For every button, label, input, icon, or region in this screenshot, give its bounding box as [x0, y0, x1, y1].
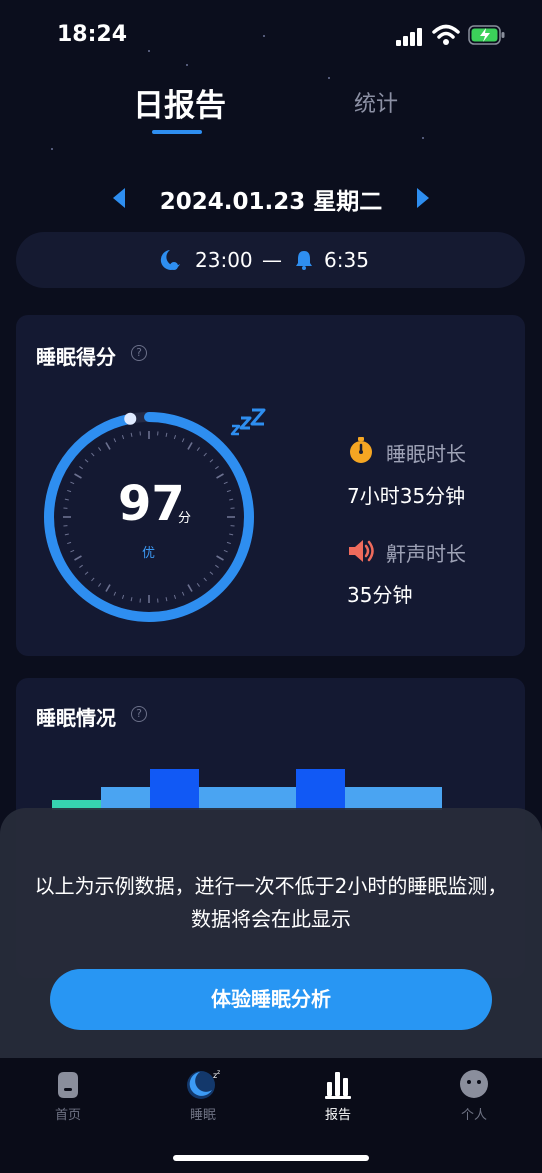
- dial-tick: [121, 435, 125, 440]
- dial-tick: [74, 555, 82, 561]
- sleep-score-title: 睡眠得分: [36, 345, 116, 369]
- stopwatch-icon: [350, 437, 372, 463]
- nav-sleep[interactable]: z z 睡眠: [163, 1068, 243, 1123]
- tab-daily-report[interactable]: 日报告: [133, 80, 226, 125]
- dial-tick: [196, 447, 200, 451]
- dial-tick: [64, 533, 69, 536]
- zzz-sleep-icon: [230, 408, 266, 436]
- status-time: 18:24: [57, 22, 128, 47]
- sleep-duration-label: 睡眠时长: [386, 442, 466, 466]
- nav-report[interactable]: 报告: [298, 1068, 378, 1123]
- dial-tick: [91, 452, 95, 457]
- home-indicator: [173, 1155, 369, 1161]
- dial-tick: [105, 584, 111, 592]
- home-robot-icon: [58, 1072, 78, 1098]
- profile-face-icon: [460, 1070, 488, 1098]
- battery-charging-icon: [468, 25, 505, 45]
- sample-data-message: 以上为示例数据，进行一次不低于2小时的睡眠监测，数据将会在此显示: [34, 874, 508, 931]
- dial-tick: [215, 564, 219, 568]
- nav-report-label: 报告: [324, 1108, 351, 1123]
- svg-text:z: z: [217, 1069, 220, 1076]
- nav-profile[interactable]: 个人: [434, 1068, 514, 1123]
- status-bar: 18:24: [0, 0, 542, 70]
- dial-tick: [165, 432, 168, 437]
- sleep-score-grade: 优: [142, 546, 156, 561]
- dial-tick: [67, 541, 72, 545]
- dial-tick: [196, 583, 200, 587]
- snore-duration-value: 35分钟: [347, 583, 413, 607]
- dial-tick: [98, 447, 102, 451]
- bedtime-start: 23:00: [195, 248, 253, 272]
- dial-tick: [181, 591, 185, 596]
- help-icon[interactable]: ?: [131, 706, 147, 722]
- help-icon[interactable]: ?: [131, 345, 147, 361]
- dial-tick: [173, 594, 177, 599]
- dial-tick: [226, 489, 231, 493]
- dial-tick: [187, 442, 193, 450]
- tab-statistics[interactable]: 统计: [354, 86, 398, 118]
- dial-tick: [215, 466, 219, 470]
- dial-tick: [98, 583, 102, 587]
- score-dial-knob: [124, 412, 137, 425]
- nav-home[interactable]: 首页: [28, 1070, 108, 1123]
- nav-sleep-label: 睡眠: [189, 1108, 216, 1123]
- dial-tick: [216, 473, 224, 479]
- dial-tick: [113, 438, 117, 443]
- dial-tick: [203, 577, 207, 582]
- dial-tick: [70, 549, 75, 553]
- cellular-signal-icon: [396, 28, 422, 46]
- bar-chart-icon: [325, 1072, 351, 1099]
- dial-tick: [67, 489, 72, 493]
- dial-tick: [113, 591, 117, 596]
- tab-active-indicator: [152, 130, 202, 134]
- sleep-condition-title: 睡眠情况: [36, 706, 116, 730]
- dial-tick: [74, 473, 82, 479]
- sleep-stage-bar: [296, 769, 345, 810]
- moon-zzz-icon: z z: [187, 1069, 220, 1099]
- sleep-duration-value: 7小时35分钟: [347, 484, 466, 508]
- dial-tick: [216, 555, 224, 561]
- dial-tick: [70, 481, 75, 485]
- dial-tick: [84, 571, 89, 575]
- dial-tick: [105, 442, 111, 450]
- nav-home-label: 首页: [54, 1108, 81, 1123]
- nav-profile-label: 个人: [460, 1108, 487, 1123]
- dial-tick: [229, 498, 234, 501]
- snore-duration-label: 鼾声时长: [386, 542, 466, 566]
- wake-time: 6:35: [324, 248, 369, 272]
- dial-tick: [173, 435, 177, 440]
- dial-tick: [91, 577, 95, 582]
- dial-tick: [165, 597, 168, 602]
- dial-tick: [209, 571, 214, 575]
- dial-tick: [187, 584, 193, 592]
- report-date: 2024.01.23 星期二: [159, 189, 383, 215]
- previous-day-button[interactable]: [110, 186, 128, 210]
- bedtime-separator: —: [262, 248, 282, 272]
- dial-tick: [121, 594, 125, 599]
- dial-tick: [223, 481, 228, 485]
- dial-tick: [226, 541, 231, 545]
- dial-tick: [181, 438, 185, 443]
- dial-tick: [79, 466, 83, 470]
- dial-tick: [79, 564, 83, 568]
- try-sleep-analysis-button[interactable]: 体验睡眠分析: [50, 969, 492, 1030]
- dial-tick: [130, 432, 133, 437]
- wifi-icon: [432, 24, 460, 45]
- sleep-moon-icon: [160, 250, 180, 270]
- dial-tick: [209, 459, 214, 463]
- dial-tick: [223, 549, 228, 553]
- dial-tick: [229, 533, 234, 536]
- dial-tick: [84, 459, 89, 463]
- sleep-stage-bar: [150, 769, 199, 810]
- dial-tick: [203, 452, 207, 457]
- sleep-score-unit: 分: [178, 511, 192, 526]
- sleep-score-value: 97: [118, 476, 185, 532]
- next-day-button[interactable]: [414, 186, 432, 210]
- dial-tick: [130, 597, 133, 602]
- alarm-bell-icon: [296, 251, 312, 270]
- dial-tick: [64, 498, 69, 501]
- speaker-snore-icon: [349, 540, 374, 562]
